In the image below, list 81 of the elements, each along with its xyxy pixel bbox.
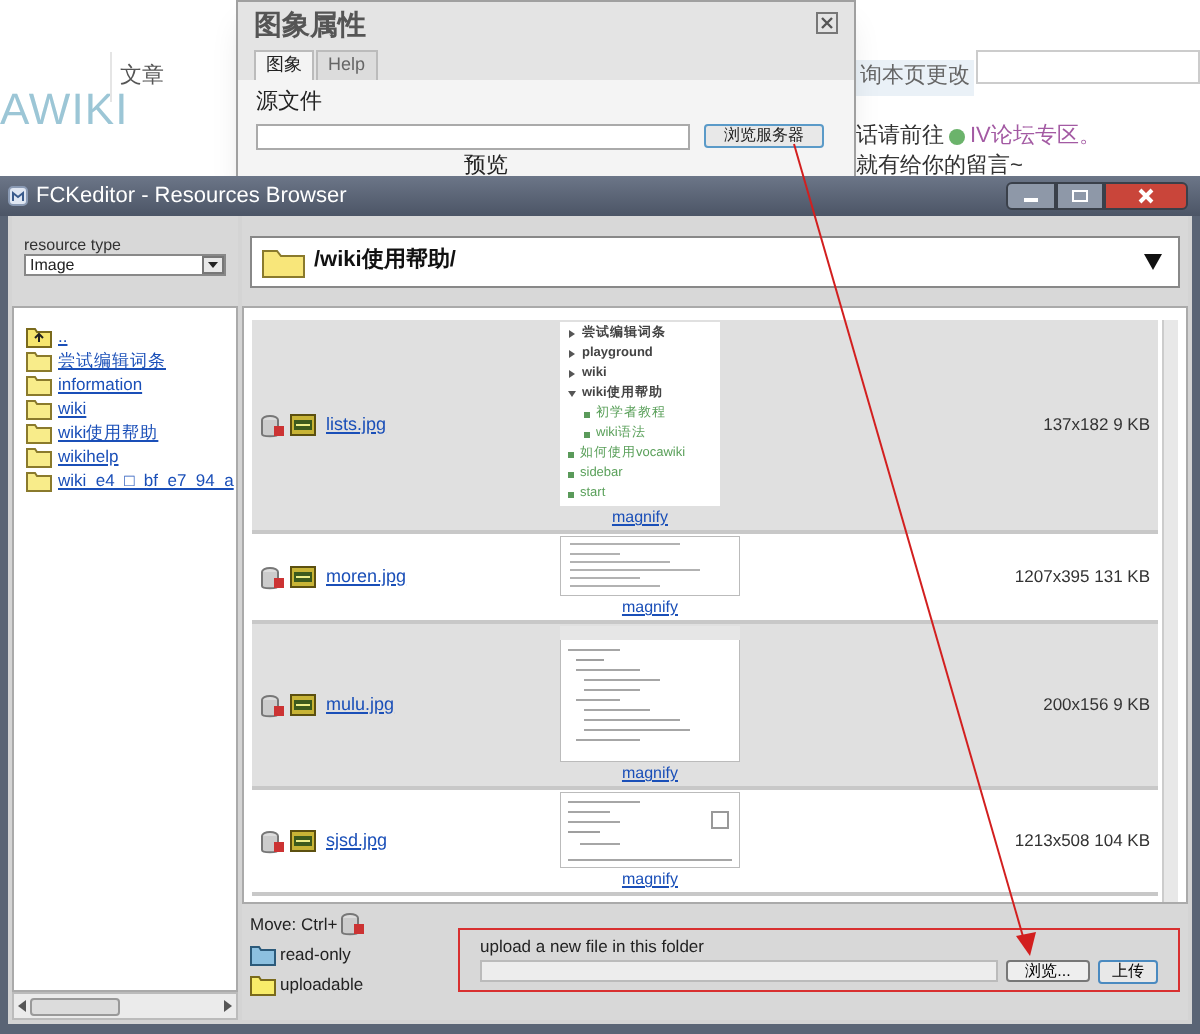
image-file-icon (290, 564, 316, 590)
resource-type-label: resource type (24, 236, 121, 254)
upload-label: upload a new file in this folder (480, 934, 704, 960)
file-info: 137x182 9 KB (1041, 412, 1150, 438)
magnify-link[interactable]: magnify (621, 762, 678, 786)
source-field[interactable] (256, 123, 690, 149)
browse-button[interactable]: 浏览... (1006, 960, 1090, 983)
folder-link[interactable]: 尝试编辑词条 (58, 347, 166, 373)
resource-type-select[interactable]: Image (24, 254, 226, 276)
minimize-button[interactable] (1006, 182, 1056, 210)
bullet-icon (568, 451, 574, 457)
close-button[interactable] (816, 12, 838, 34)
close-icon (820, 16, 834, 30)
folder-select[interactable]: /wiki使用帮助/ (250, 235, 1180, 287)
vertical-scrollbar[interactable] (1162, 320, 1178, 902)
magnify-link[interactable]: magnify (621, 868, 678, 892)
legend-label: uploadable (280, 971, 364, 997)
dropdown-arrow-icon (1144, 253, 1162, 269)
browse-server-button[interactable]: 浏览服务器 (704, 124, 824, 148)
folder-icon (250, 942, 276, 967)
preview-label: 预览 (464, 151, 508, 181)
forum-prompt: 话请前往 (856, 122, 944, 152)
folder-link[interactable]: wiki (58, 395, 87, 421)
maximize-button[interactable] (1056, 182, 1104, 210)
file-link[interactable]: sjsd.jpg (326, 827, 388, 855)
current-folder: /wiki使用帮助/ (314, 245, 456, 277)
bullet-icon (568, 471, 574, 477)
folder-link[interactable]: wiki_e4_□_bf_e7_94_a (58, 467, 234, 493)
magnify-link[interactable]: magnify (611, 506, 668, 530)
watch-tab[interactable]: 询本页更改 (856, 60, 974, 96)
image-file-icon (290, 692, 316, 718)
bullet-icon (584, 431, 590, 437)
dropdown-arrow-icon (202, 256, 224, 274)
message-text: 就有给你的留言~ (856, 151, 1023, 182)
image-file-icon (290, 412, 316, 438)
file-info: 200x156 9 KB (1041, 692, 1150, 718)
file-link[interactable]: moren.jpg (326, 563, 407, 591)
search-field[interactable] (976, 50, 1200, 84)
close-icon (1138, 188, 1154, 204)
move-hint: Move: Ctrl+ (250, 912, 338, 938)
folder-link[interactable]: wikihelp (58, 443, 119, 469)
dialog-tab[interactable]: Help (316, 50, 378, 80)
database-icon (339, 912, 364, 937)
file-link[interactable]: mulu.jpg (326, 691, 395, 719)
database-icon (260, 693, 284, 717)
app-icon (8, 186, 28, 206)
image-file-icon (290, 828, 316, 854)
dialog-title: 图象属性 (254, 6, 366, 44)
globe-icon (948, 127, 966, 146)
bullet-icon (568, 491, 574, 497)
folder-icon (250, 971, 276, 996)
forum-link[interactable]: IV论坛专区。 (970, 120, 1101, 153)
parent-folder-icon (26, 324, 54, 348)
folder-link[interactable]: wiki使用帮助 (58, 419, 159, 445)
scroll-right-icon[interactable] (222, 1000, 232, 1012)
scrollbar-thumb[interactable] (30, 997, 120, 1015)
upload-button[interactable]: 上传 (1098, 959, 1158, 984)
folder-icon (26, 372, 54, 396)
legend-label: read-only (280, 941, 351, 967)
folder-icon (26, 420, 54, 444)
file-link[interactable]: lists.jpg (326, 411, 387, 439)
window-title: FCKeditor - Resources Browser (36, 181, 347, 212)
file-info: 1213x508 104 KB (1012, 828, 1150, 854)
folder-icon (26, 444, 54, 468)
folder-icon (26, 348, 54, 372)
database-icon (260, 565, 284, 589)
file-info: 1207x395 131 KB (1012, 564, 1150, 590)
folder-link[interactable]: .. (58, 323, 68, 349)
close-button[interactable] (1104, 182, 1188, 210)
magnify-link[interactable]: magnify (621, 596, 678, 620)
folder-link[interactable]: information (58, 371, 143, 397)
source-label: 源文件 (256, 87, 322, 118)
folder-icon (26, 468, 54, 492)
dialog-tab[interactable]: 图象 (254, 50, 314, 80)
horizontal-scrollbar[interactable] (12, 992, 238, 1020)
file-path-field[interactable] (480, 960, 998, 983)
folder-icon (26, 396, 54, 420)
folder-icon (262, 244, 306, 278)
database-icon (260, 829, 284, 853)
bullet-icon (584, 411, 590, 417)
database-icon (260, 413, 284, 437)
